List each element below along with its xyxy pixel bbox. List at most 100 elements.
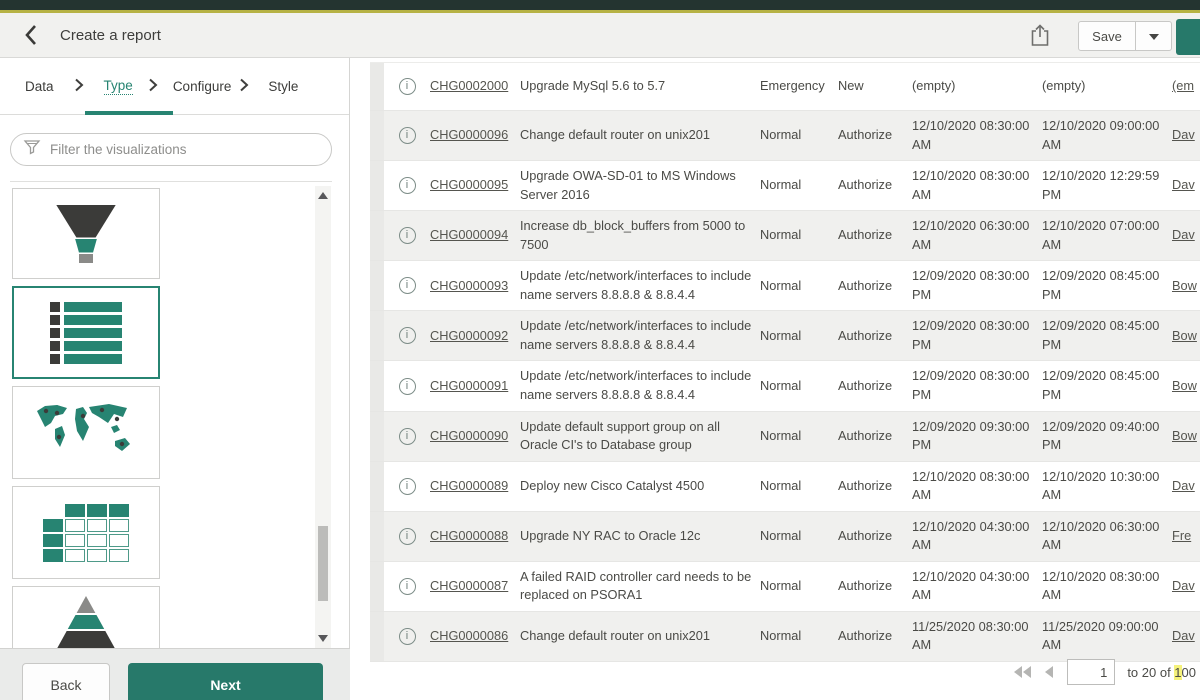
step-data[interactable]: Data [25,79,54,94]
change-number-link[interactable]: CHG0000095 [430,176,508,195]
info-icon[interactable]: i [399,478,416,495]
change-number-link[interactable]: CHG0000089 [430,477,508,496]
highlighted-digit: 1 [1174,665,1181,680]
assigned-to-link[interactable]: Bow [1172,327,1197,346]
info-icon[interactable]: i [399,177,416,194]
table-row: iCHG0000087A failed RAID controller card… [370,562,1200,612]
start-date: (empty) [912,63,1042,110]
change-number-link[interactable]: CHG0000096 [430,126,508,145]
assigned-to-link[interactable]: Dav [1172,126,1195,145]
assigned-to-link[interactable]: (em [1172,77,1194,96]
change-number-link[interactable]: CHG0000094 [430,226,508,245]
table-row: iCHG0000092Update /etc/network/interface… [370,311,1200,361]
wizard-footer: Back Next [0,648,350,700]
viz-thumbnail-heatmap[interactable] [12,486,160,579]
number-cell: CHG0002000 [430,63,520,110]
change-number-link[interactable]: CHG0000087 [430,577,508,596]
chevron-right-icon [239,78,249,95]
wizard-next-button[interactable]: Next [128,663,323,700]
change-number-link[interactable]: CHG0000091 [430,377,508,396]
row-gutter [370,211,384,260]
info-icon[interactable]: i [399,578,416,595]
info-icon[interactable]: i [399,528,416,545]
assignee-cell: Fre [1172,512,1200,561]
info-icon[interactable]: i [399,628,416,645]
step-style[interactable]: Style [268,79,298,94]
page-input[interactable] [1067,659,1115,685]
assigned-to-link[interactable]: Dav [1172,477,1195,496]
assigned-to-link[interactable]: Dav [1172,577,1195,596]
viz-thumbnail-map[interactable] [12,386,160,479]
change-number-link[interactable]: CHG0002000 [430,77,508,96]
step-type[interactable]: Type [104,78,133,95]
priority: Normal [760,462,838,511]
state: New [838,63,912,110]
save-button[interactable]: Save [1078,21,1136,51]
chevron-right-icon [74,78,84,95]
cut-off-primary-button[interactable] [1176,19,1200,55]
change-number-link[interactable]: CHG0000088 [430,527,508,546]
change-number-link[interactable]: CHG0000093 [430,277,508,296]
priority: Normal [760,562,838,611]
info-icon[interactable]: i [399,378,416,395]
previous-page-button[interactable] [1045,666,1053,678]
active-step-indicator [85,111,173,115]
info-icon[interactable]: i [399,127,416,144]
state: Authorize [838,161,912,210]
number-cell: CHG0000093 [430,261,520,310]
scroll-up-icon[interactable] [318,192,328,199]
assigned-to-link[interactable]: Dav [1172,176,1195,195]
share-button[interactable] [1026,23,1054,49]
info-cell: i [384,111,430,160]
row-gutter [370,412,384,461]
assigned-to-link[interactable]: Dav [1172,226,1195,245]
info-icon[interactable]: i [399,227,416,244]
viz-scrollbar-thumb[interactable] [318,526,328,601]
change-number-link[interactable]: CHG0000086 [430,627,508,646]
info-cell: i [384,63,430,110]
info-icon[interactable]: i [399,78,416,95]
row-gutter [370,161,384,210]
assigned-to-link[interactable]: Dav [1172,627,1195,646]
viz-thumbnail-list[interactable] [12,286,160,379]
info-cell: i [384,462,430,511]
number-cell: CHG0000086 [430,612,520,661]
assigned-to-link[interactable]: Bow [1172,377,1197,396]
first-page-button[interactable] [1014,666,1031,678]
info-icon[interactable]: i [399,428,416,445]
change-number-link[interactable]: CHG0000090 [430,427,508,446]
assigned-to-link[interactable]: Bow [1172,427,1197,446]
divider [10,181,332,182]
short-description: Deploy new Cisco Catalyst 4500 [520,462,760,511]
viz-list-scrollbar[interactable] [315,186,331,648]
visualization-filter-input[interactable] [50,142,331,157]
change-number-link[interactable]: CHG0000092 [430,327,508,346]
start-date: 12/10/2020 06:30:00 AM [912,211,1042,260]
info-cell: i [384,161,430,210]
end-date: 12/09/2020 08:45:00 PM [1042,311,1172,360]
assigned-to-link[interactable]: Bow [1172,277,1197,296]
viz-thumbnail-funnel[interactable] [12,188,160,279]
info-icon[interactable]: i [399,327,416,344]
report-wizard-sidebar: Data Type Configure Style [0,58,350,700]
priority: Normal [760,161,838,210]
table-row: iCHG0002000Upgrade MySql 5.6 to 5.7Emerg… [370,63,1200,111]
viz-thumbnail-pyramid[interactable] [12,586,160,649]
browser-top-bar [0,0,1200,13]
table-row: i CHG0000095 Upgrade OWA-SD-01 to MS Windo… [370,161,1200,211]
row-gutter [370,261,384,310]
number-cell: CHG0000090 [430,412,520,461]
assigned-to-link[interactable]: Fre [1172,527,1191,546]
wizard-back-button[interactable]: Back [22,663,110,700]
scroll-down-icon[interactable] [318,635,328,642]
back-button[interactable] [18,24,44,48]
number-cell: CHG0000094 [430,211,520,260]
save-menu-button[interactable] [1135,21,1172,51]
info-icon[interactable]: i [399,277,416,294]
priority: Normal [760,311,838,360]
row-gutter [370,612,384,661]
header-bar: Create a report Save [0,13,1200,58]
heatmap-grid-icon [43,504,129,562]
step-configure[interactable]: Configure [173,79,232,94]
short-description: Upgrade OWA-SD-01 to MS Windows Server 2… [520,161,760,210]
